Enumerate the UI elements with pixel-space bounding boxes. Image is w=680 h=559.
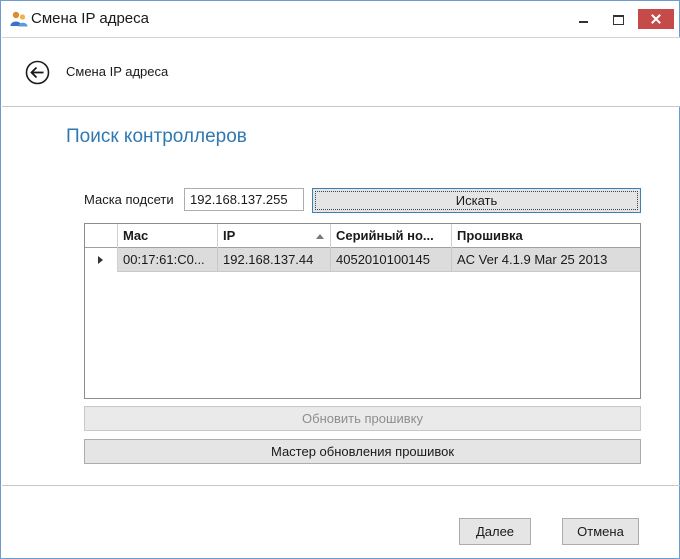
cell-mac[interactable]: 00:17:61:C0...	[118, 248, 218, 272]
firmware-wizard-button[interactable]: Мастер обновления прошивок	[84, 439, 641, 464]
column-header-serial[interactable]: Серийный но...	[331, 224, 452, 248]
back-arrow-icon[interactable]	[25, 60, 50, 85]
users-icon	[10, 11, 28, 27]
update-firmware-button[interactable]: Обновить прошивку	[84, 406, 641, 431]
column-header-firmware[interactable]: Прошивка	[452, 224, 640, 248]
grid-header: Mac IP Серийный но... Прошивка	[85, 224, 640, 248]
next-button[interactable]: Далее	[459, 518, 531, 545]
column-header-mac[interactable]: Mac	[118, 224, 218, 248]
nav-title: Смена IP адреса	[66, 64, 169, 79]
close-icon[interactable]	[638, 9, 674, 29]
window-title: Смена IP адреса	[31, 10, 149, 27]
column-header-ip[interactable]: IP	[218, 224, 331, 248]
row-indicator-icon	[98, 256, 103, 264]
footer-divider	[2, 485, 680, 486]
search-button-label: Искать	[455, 193, 498, 208]
dialog-window: Смена IP адреса Смена IP адреса Поиск ко…	[0, 0, 680, 559]
next-button-label: Далее	[475, 524, 515, 539]
sort-ascending-icon	[316, 234, 324, 239]
cancel-button-label: Отмена	[577, 524, 624, 539]
minimize-icon[interactable]	[572, 9, 596, 29]
maximize-icon[interactable]	[605, 9, 631, 29]
subnet-mask-input[interactable]	[184, 188, 304, 211]
search-button[interactable]: Искать	[312, 188, 641, 213]
update-firmware-label: Обновить прошивку	[302, 411, 423, 426]
cell-firmware[interactable]: AC Ver 4.1.9 Mar 25 2013	[452, 248, 640, 272]
firmware-wizard-label: Мастер обновления прошивок	[270, 444, 455, 459]
table-row[interactable]: 00:17:61:C0... 192.168.137.44 4052010100…	[85, 248, 640, 272]
nav-bar: Смена IP адреса	[2, 37, 680, 107]
row-header-corner	[85, 224, 118, 248]
title-bar[interactable]: Смена IP адреса	[1, 1, 679, 37]
row-header[interactable]	[85, 248, 118, 272]
cell-ip[interactable]: 192.168.137.44	[218, 248, 331, 272]
controllers-grid[interactable]: Mac IP Серийный но... Прошивка 00:17:61:…	[84, 223, 641, 399]
cancel-button[interactable]: Отмена	[562, 518, 639, 545]
column-header-ip-label: IP	[223, 228, 236, 243]
cell-serial[interactable]: 4052010100145	[331, 248, 452, 272]
subnet-mask-label: Маска подсети	[84, 192, 174, 207]
section-title: Поиск контроллеров	[66, 126, 247, 147]
